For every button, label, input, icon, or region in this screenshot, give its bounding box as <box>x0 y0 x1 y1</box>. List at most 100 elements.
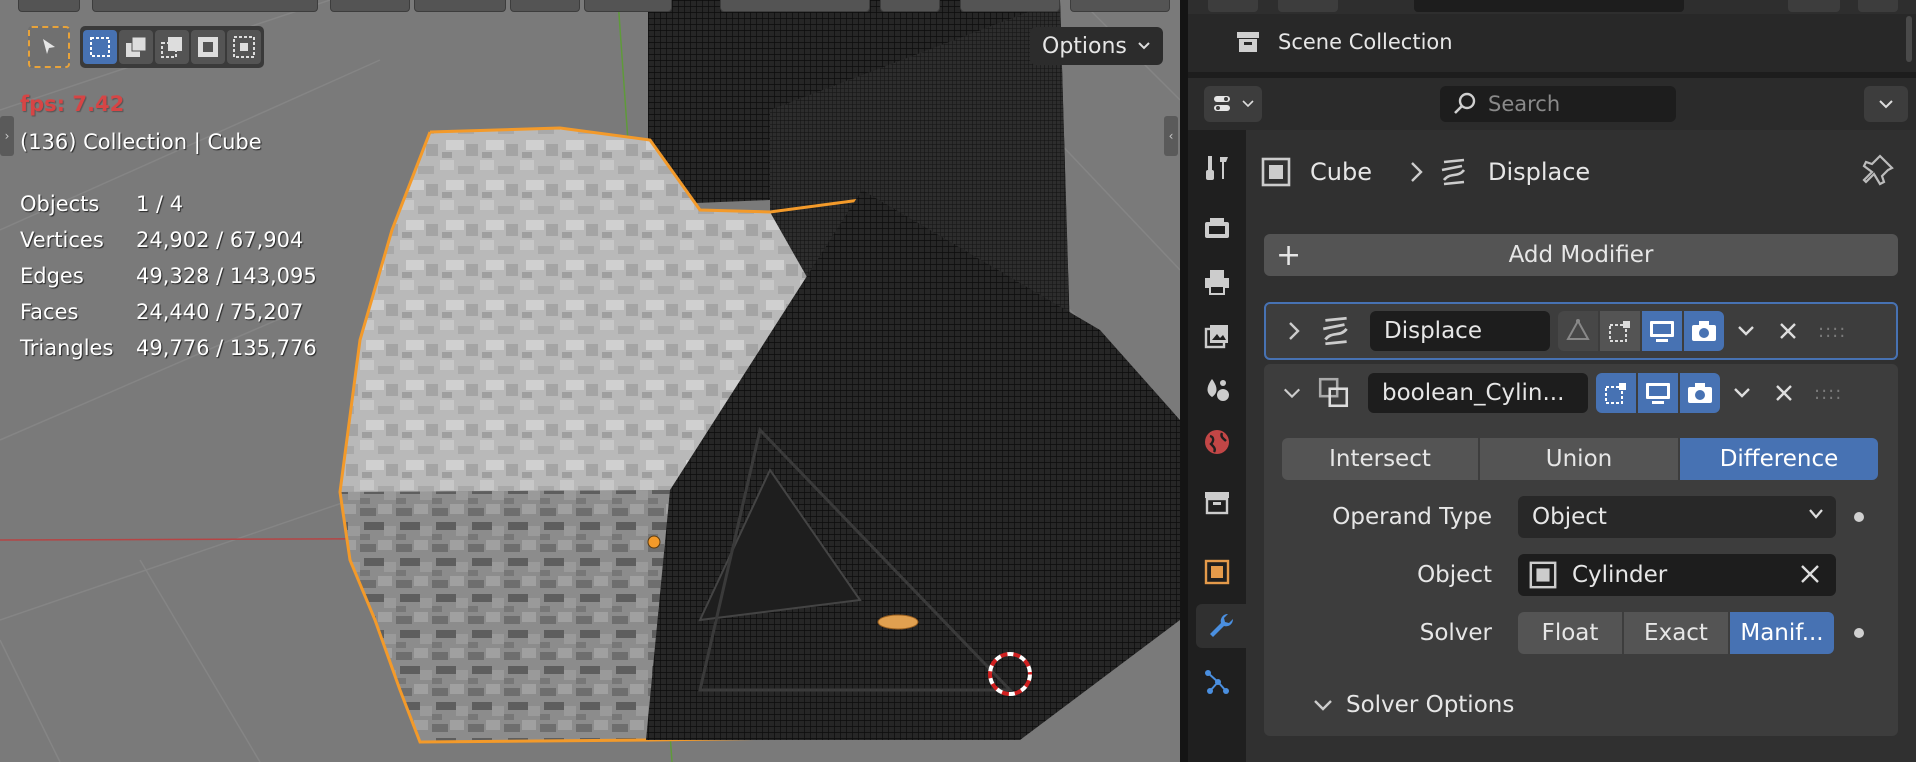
select-subtract-icon <box>161 37 182 58</box>
animate-property-dot[interactable] <box>1854 512 1864 522</box>
solver-float-button[interactable]: Float <box>1518 612 1622 654</box>
toolbar-toggle-tab[interactable]: › <box>0 116 14 156</box>
add-modifier-button[interactable]: + Add Modifier <box>1264 234 1898 276</box>
on-cage-toggle[interactable] <box>1596 373 1636 413</box>
tab-particles[interactable] <box>1198 660 1236 704</box>
scene-collection-row[interactable]: Scene Collection <box>1188 24 1908 60</box>
3d-viewport[interactable]: Options fps: 7.42 (136) Collection | Cub… <box>0 0 1180 762</box>
tab-object[interactable] <box>1198 550 1236 594</box>
add-menu[interactable] <box>510 0 580 12</box>
drag-handle-icon[interactable]: :::: <box>1814 383 1842 404</box>
remove-modifier-button[interactable] <box>1764 373 1804 413</box>
chevron-down-icon <box>1242 100 1254 108</box>
transform-orientation-dropdown[interactable] <box>720 0 870 12</box>
monitor-icon <box>1650 321 1674 342</box>
modifier-name-field[interactable]: boolean_Cylin... <box>1368 373 1588 413</box>
object-menu[interactable] <box>584 0 672 12</box>
show-viewport-toggle[interactable] <box>1638 373 1678 413</box>
close-icon <box>1780 323 1796 339</box>
modifier-extras-dropdown[interactable] <box>1726 311 1766 351</box>
snapping-button[interactable] <box>960 0 1060 12</box>
select-menu[interactable] <box>414 0 506 12</box>
outliner-editor-type[interactable] <box>1208 0 1258 12</box>
chevron-right-icon <box>1411 162 1423 182</box>
outliner[interactable]: Scene Collection <box>1188 0 1916 72</box>
properties-options-dropdown[interactable] <box>1864 86 1908 122</box>
show-render-toggle[interactable] <box>1684 311 1724 351</box>
cursor-arrow-icon <box>43 39 55 54</box>
remove-modifier-button[interactable] <box>1768 311 1808 351</box>
show-render-toggle[interactable] <box>1680 373 1720 413</box>
chevron-down-icon <box>1138 42 1150 50</box>
select-tool-button[interactable] <box>28 26 70 68</box>
tab-tool[interactable] <box>1198 146 1236 190</box>
select-intersect-button[interactable] <box>227 30 261 64</box>
object-row: Object Cylinder <box>1264 554 1898 596</box>
viewport-options-dropdown[interactable]: Options <box>1030 27 1163 65</box>
solver-label: Solver <box>1419 620 1492 646</box>
select-subtract-button[interactable] <box>155 30 189 64</box>
tab-render[interactable] <box>1198 206 1236 250</box>
select-extend-button[interactable] <box>119 30 153 64</box>
viewport-scene[interactable] <box>0 0 1180 762</box>
edit-mode-icon <box>1605 383 1626 404</box>
proportional-edit-button[interactable] <box>1070 0 1170 12</box>
solver-options-subpanel[interactable]: Solver Options <box>1312 692 1514 718</box>
printer-icon <box>1205 270 1229 295</box>
area-divider[interactable] <box>1180 0 1188 762</box>
sidebar-toggle-tab[interactable]: ‹ <box>1164 116 1178 156</box>
outliner-search[interactable] <box>1414 0 1684 12</box>
operation-difference-button[interactable]: Difference <box>1680 438 1878 480</box>
add-modifier-label: Add Modifier <box>1508 242 1654 268</box>
modifier-name: Displace <box>1384 318 1482 344</box>
modifier-extras-dropdown[interactable] <box>1722 373 1762 413</box>
collection-box-icon <box>1237 32 1259 52</box>
operand-type-dropdown[interactable]: Object <box>1518 496 1836 538</box>
on-cage-toggle[interactable] <box>1600 311 1640 351</box>
close-icon[interactable] <box>1798 562 1822 586</box>
object-field[interactable]: Cylinder <box>1518 554 1836 596</box>
tab-view-layer[interactable] <box>1198 314 1236 358</box>
viewport-header <box>0 0 1180 14</box>
show-viewport-toggle[interactable] <box>1642 311 1682 351</box>
close-icon <box>1776 385 1792 401</box>
edit-mode-toggle[interactable] <box>1558 311 1598 351</box>
modifier-name-field[interactable]: Displace <box>1370 311 1550 351</box>
outliner-filter[interactable] <box>1788 0 1840 12</box>
editor-type-button[interactable] <box>18 0 80 12</box>
operand-type-label: Operand Type <box>1332 504 1492 530</box>
operand-type-row: Operand Type Object <box>1264 496 1898 538</box>
select-new-button[interactable] <box>83 30 117 64</box>
properties-editor-type-button[interactable] <box>1204 86 1262 122</box>
solver-exact-button[interactable]: Exact <box>1624 612 1728 654</box>
animate-property-dot[interactable] <box>1854 628 1864 638</box>
select-invert-button[interactable] <box>191 30 225 64</box>
tab-modifiers[interactable] <box>1196 604 1246 648</box>
mode-dropdown[interactable] <box>92 0 318 12</box>
object-value: Cylinder <box>1572 562 1668 588</box>
outliner-display-mode[interactable] <box>1278 0 1338 12</box>
tab-output[interactable] <box>1198 260 1236 304</box>
tab-scene[interactable] <box>1198 368 1236 412</box>
search-icon <box>1454 92 1476 114</box>
tab-world[interactable] <box>1198 420 1236 464</box>
view-menu[interactable] <box>330 0 410 12</box>
operation-intersect-button[interactable]: Intersect <box>1282 438 1478 480</box>
chevron-right-icon[interactable] <box>1284 320 1304 342</box>
pivot-point-button[interactable] <box>880 0 940 12</box>
properties-search-input[interactable]: Search <box>1440 86 1676 122</box>
selection-tools <box>28 26 264 68</box>
properties-header: Search <box>1188 78 1916 130</box>
chevron-down-icon[interactable] <box>1282 386 1302 400</box>
drag-handle-icon[interactable]: :::: <box>1818 321 1846 342</box>
stat-key: Triangles <box>20 336 114 360</box>
tab-collection[interactable] <box>1198 480 1236 524</box>
outliner-scrollbar[interactable] <box>1906 16 1912 62</box>
solver-manifold-button[interactable]: Manif... <box>1730 612 1834 654</box>
plus-icon: + <box>1276 238 1302 273</box>
breadcrumb: Cube Displace <box>1246 130 1916 214</box>
outliner-new-collection[interactable] <box>1858 0 1898 12</box>
select-extend-icon <box>126 36 147 57</box>
operation-union-button[interactable]: Union <box>1480 438 1678 480</box>
pin-icon[interactable] <box>1860 152 1896 188</box>
